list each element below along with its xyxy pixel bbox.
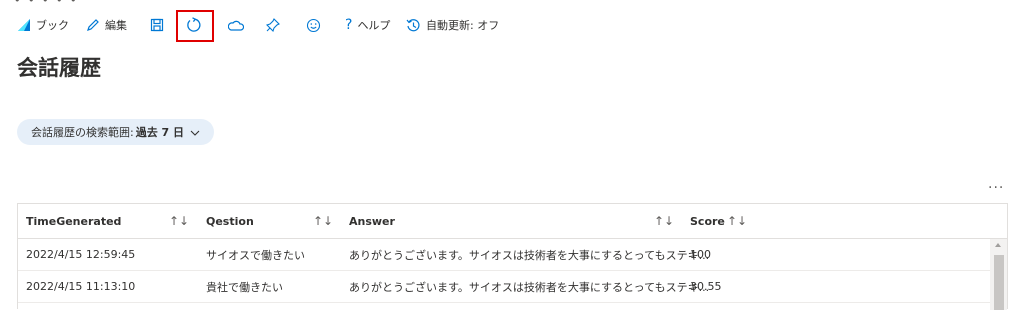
toolbar: ブック 編集 ? ヘルプ 自動更新: オフ	[0, 12, 1024, 38]
share-button[interactable]	[228, 12, 244, 38]
cell-time: 2022/4/15 11:13:10	[26, 280, 136, 293]
time-range-filter[interactable]: 会話履歴の検索範囲: 過去 7 日	[17, 119, 215, 145]
sort-answer-icon[interactable]: ↑↓	[654, 204, 674, 238]
table-row[interactable]: 2022/4/15 12:59:45 サイオスで働きたい ありがとうございます。…	[18, 239, 990, 271]
chevron-down-icon	[190, 126, 200, 139]
workbook-icon	[17, 18, 31, 32]
question-icon: ?	[345, 17, 353, 33]
sort-score-icon[interactable]: ↑↓	[727, 204, 747, 238]
page-title: 会話履歴	[17, 56, 101, 80]
cell-answer: ありがとうございます。サイオスは技術者を大事にするとってもステキ...	[349, 248, 710, 262]
column-header-question[interactable]: Qestion	[206, 204, 254, 238]
pin-icon	[266, 18, 280, 32]
auto-refresh-button[interactable]: 自動更新: オフ	[406, 12, 499, 38]
top-strip-dots: • • • • •	[14, 0, 79, 7]
refresh-highlight-box	[176, 10, 214, 42]
help-label: ヘルプ	[357, 19, 391, 32]
more-options-button[interactable]: ...	[988, 176, 1004, 192]
pencil-icon	[86, 18, 100, 32]
scrollbar-thumb[interactable]	[994, 255, 1004, 310]
table-scrollbar[interactable]	[990, 239, 1007, 310]
column-header-answer[interactable]: Answer	[349, 204, 395, 238]
table-header: TimeGenerated ↑↓ Qestion ↑↓ Answer ↑↓ Sc…	[18, 204, 1007, 239]
cell-question: 貴社で働きたい	[206, 280, 283, 294]
edit-label: 編集	[105, 19, 127, 32]
feedback-button[interactable]	[306, 12, 321, 38]
scroll-up-arrow-icon[interactable]	[995, 243, 1001, 247]
workbook-button[interactable]: ブック	[17, 12, 69, 38]
conversation-table: TimeGenerated ↑↓ Qestion ↑↓ Answer ↑↓ Sc…	[17, 203, 1008, 310]
cell-question: サイオスで働きたい	[206, 248, 305, 262]
time-range-value: 過去 7 日	[135, 126, 185, 139]
cell-score: 30.55	[690, 280, 722, 293]
pin-button[interactable]	[266, 12, 280, 38]
save-button[interactable]	[150, 12, 164, 38]
table-row[interactable]: 2022/4/15 11:13:10 貴社で働きたい ありがとうございます。サイ…	[18, 271, 990, 303]
cell-answer: ありがとうございます。サイオスは技術者を大事にするとってもステキ...	[349, 280, 710, 294]
time-range-label: 会話履歴の検索範囲:	[31, 126, 134, 139]
sort-question-icon[interactable]: ↑↓	[313, 204, 333, 238]
column-header-score[interactable]: Score	[690, 204, 725, 238]
edit-button[interactable]: 編集	[86, 12, 127, 38]
workbook-label: ブック	[36, 19, 69, 32]
column-header-time[interactable]: TimeGenerated	[26, 204, 121, 238]
history-icon	[406, 18, 421, 33]
help-button[interactable]: ? ヘルプ	[345, 12, 390, 38]
auto-refresh-label: 自動更新: オフ	[426, 19, 500, 32]
cell-time: 2022/4/15 12:59:45	[26, 248, 136, 261]
cell-score: 100	[690, 248, 711, 261]
sort-time-icon[interactable]: ↑↓	[169, 204, 189, 238]
smiley-icon	[306, 18, 321, 33]
cloud-icon	[228, 18, 244, 32]
top-strip: • • • • •	[0, 0, 1024, 8]
save-icon	[150, 18, 164, 32]
